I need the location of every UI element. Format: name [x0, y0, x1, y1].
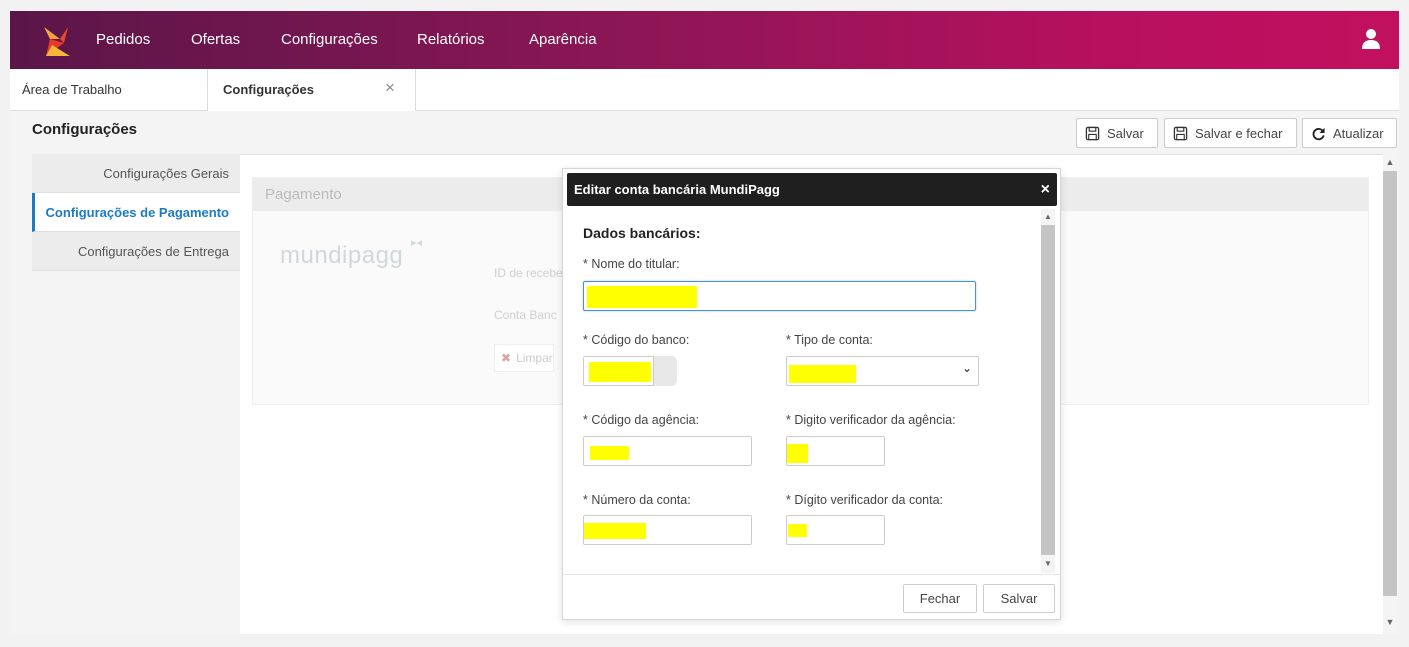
- redacted-account-type: [789, 365, 856, 383]
- refresh-icon: [1312, 127, 1325, 140]
- sidebar-item-general[interactable]: Configurações Gerais: [32, 154, 240, 193]
- floppy-disk-icon: [1173, 126, 1188, 140]
- holder-name-label: * Nome do titular:: [583, 257, 680, 271]
- modal-title: Editar conta bancária MundiPagg: [574, 182, 780, 197]
- close-button[interactable]: Fechar: [903, 584, 977, 613]
- nav-ofertas[interactable]: Ofertas: [191, 11, 240, 69]
- scroll-down-arrow-icon[interactable]: ▼: [1383, 617, 1397, 627]
- page-title: Configurações: [32, 121, 138, 138]
- redacted-bank-code: [589, 362, 651, 382]
- modal-close-icon[interactable]: ×: [1041, 173, 1050, 206]
- tab-area-de-trabalho[interactable]: Área de Trabalho: [10, 69, 208, 111]
- agency-code-label: * Código da agência:: [583, 413, 700, 427]
- top-navbar: Pedidos Ofertas Configurações Relatórios…: [10, 11, 1399, 69]
- redacted-account-digit: [788, 524, 807, 537]
- scroll-up-arrow-icon[interactable]: ▲: [1383, 157, 1397, 167]
- user-icon[interactable]: [1361, 28, 1381, 50]
- clear-button[interactable]: ✖ Limpar: [494, 344, 554, 372]
- account-number-label: * Número da conta:: [583, 493, 691, 507]
- bank-code-toggle[interactable]: [653, 356, 677, 386]
- nav-pedidos[interactable]: Pedidos: [96, 11, 150, 69]
- account-digit-label: * Dígito verificador da conta:: [786, 493, 944, 507]
- nav-aparencia[interactable]: Aparência: [529, 11, 597, 69]
- sidebar-item-payment[interactable]: Configurações de Pagamento: [32, 193, 240, 232]
- edit-bank-account-modal: Editar conta bancária MundiPagg × Dados …: [562, 168, 1061, 620]
- save-button-label: Salvar: [1107, 125, 1144, 141]
- close-tab-icon[interactable]: ×: [385, 69, 395, 107]
- app-window: Pedidos Ofertas Configurações Relatórios…: [10, 11, 1399, 634]
- modal-body: Dados bancários: * Nome do titular: * Có…: [563, 209, 1062, 573]
- redacted-agency-code: [590, 446, 629, 460]
- recipient-id-label: ID de recebe: [494, 266, 563, 280]
- modal-scrollbar-thumb[interactable]: [1041, 225, 1055, 555]
- mundipagg-mark-icon: ▸◂: [411, 237, 423, 249]
- refresh-label: Atualizar: [1333, 125, 1384, 141]
- agency-digit-label: * Digito verificador da agência:: [786, 413, 956, 427]
- redacted-account-number: [584, 523, 646, 539]
- bank-code-label: * Código do banco:: [583, 333, 690, 347]
- modal-save-button[interactable]: Salvar: [983, 584, 1055, 613]
- bank-account-label: Conta Banc: [494, 308, 557, 322]
- redacted-agency-digit: [787, 444, 808, 463]
- modal-header: Editar conta bancária MundiPagg ×: [567, 173, 1057, 206]
- page-scrollbar-thumb[interactable]: [1383, 171, 1397, 596]
- account-type-label: * Tipo de conta:: [786, 333, 873, 347]
- clear-x-icon: ✖: [501, 351, 512, 365]
- tab-strip: Área de Trabalho Configurações ×: [10, 69, 1399, 111]
- settings-sidebar: Configurações Gerais Configurações de Pa…: [32, 154, 240, 271]
- clear-button-label: Limpar: [516, 351, 553, 365]
- save-and-close-label: Salvar e fechar: [1195, 125, 1283, 141]
- chevron-down-icon[interactable]: ⌄: [962, 361, 972, 375]
- save-button[interactable]: Salvar: [1076, 118, 1158, 148]
- modal-scroll-up-icon[interactable]: ▲: [1041, 212, 1055, 221]
- save-and-close-button[interactable]: Salvar e fechar: [1164, 118, 1297, 148]
- nav-configuracoes[interactable]: Configurações: [281, 11, 378, 69]
- floppy-disk-icon: [1085, 126, 1100, 140]
- redacted-holder-name: [587, 286, 697, 308]
- mundipagg-logo: mundipagg: [280, 242, 404, 269]
- sidebar-item-delivery[interactable]: Configurações de Entrega: [32, 232, 240, 271]
- brand-logo-icon[interactable]: [38, 23, 74, 59]
- section-title: Dados bancários:: [583, 225, 701, 241]
- modal-scroll-down-icon[interactable]: ▼: [1041, 559, 1055, 568]
- refresh-button[interactable]: Atualizar: [1302, 118, 1397, 148]
- modal-footer: Fechar Salvar: [563, 574, 1060, 620]
- nav-relatorios[interactable]: Relatórios: [417, 11, 485, 69]
